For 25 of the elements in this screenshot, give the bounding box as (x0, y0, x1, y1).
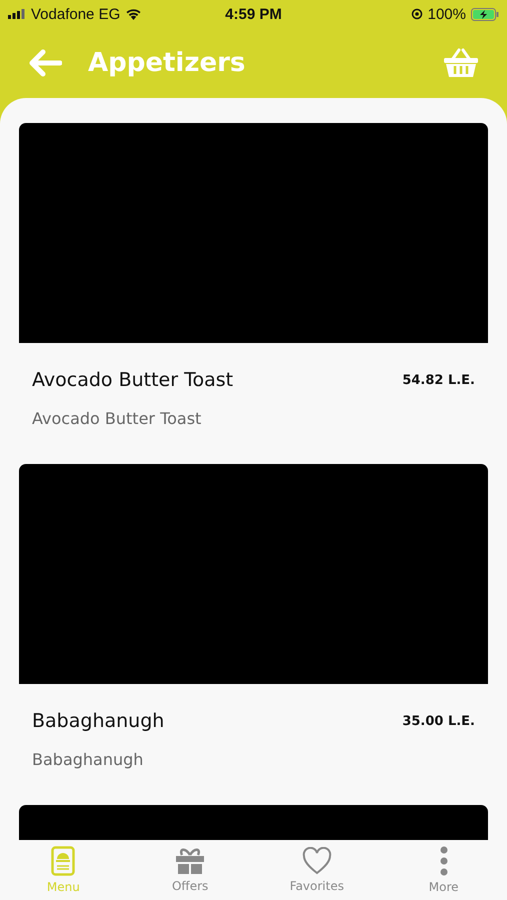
image-placeholder[interactable] (19, 464, 488, 684)
gift-icon (175, 847, 206, 875)
item-name: Avocado Butter Toast (32, 369, 234, 391)
page-title: Appetizers (88, 48, 246, 78)
item-description: Avocado Butter Toast (31, 408, 202, 430)
battery-percentage: 100% (428, 6, 466, 22)
item-price: 35.00 L.E. (402, 714, 475, 728)
basket-icon[interactable] (443, 48, 479, 78)
more-icon (440, 846, 448, 876)
wifi-icon (125, 8, 142, 20)
heart-icon (302, 847, 332, 875)
back-arrow-icon[interactable] (28, 49, 62, 77)
item-price: 54.82 L.E. (402, 372, 475, 388)
tab-button[interactable]: More (380, 840, 507, 900)
signal-icon (8, 9, 26, 19)
item-name: Babaghanugh (32, 710, 164, 732)
menu-book-icon (51, 846, 76, 876)
orientation-lock-icon (410, 8, 423, 20)
battery-charging-icon (470, 8, 499, 20)
item-description: Babaghanugh (31, 749, 144, 771)
tab-button[interactable]: Favorites (254, 840, 380, 900)
clock-time: 4:59 PM (225, 6, 282, 22)
carrier-name: Vodafone EG (31, 6, 120, 22)
tab-button[interactable]: Offers (126, 840, 254, 900)
image-placeholder[interactable] (19, 123, 488, 343)
